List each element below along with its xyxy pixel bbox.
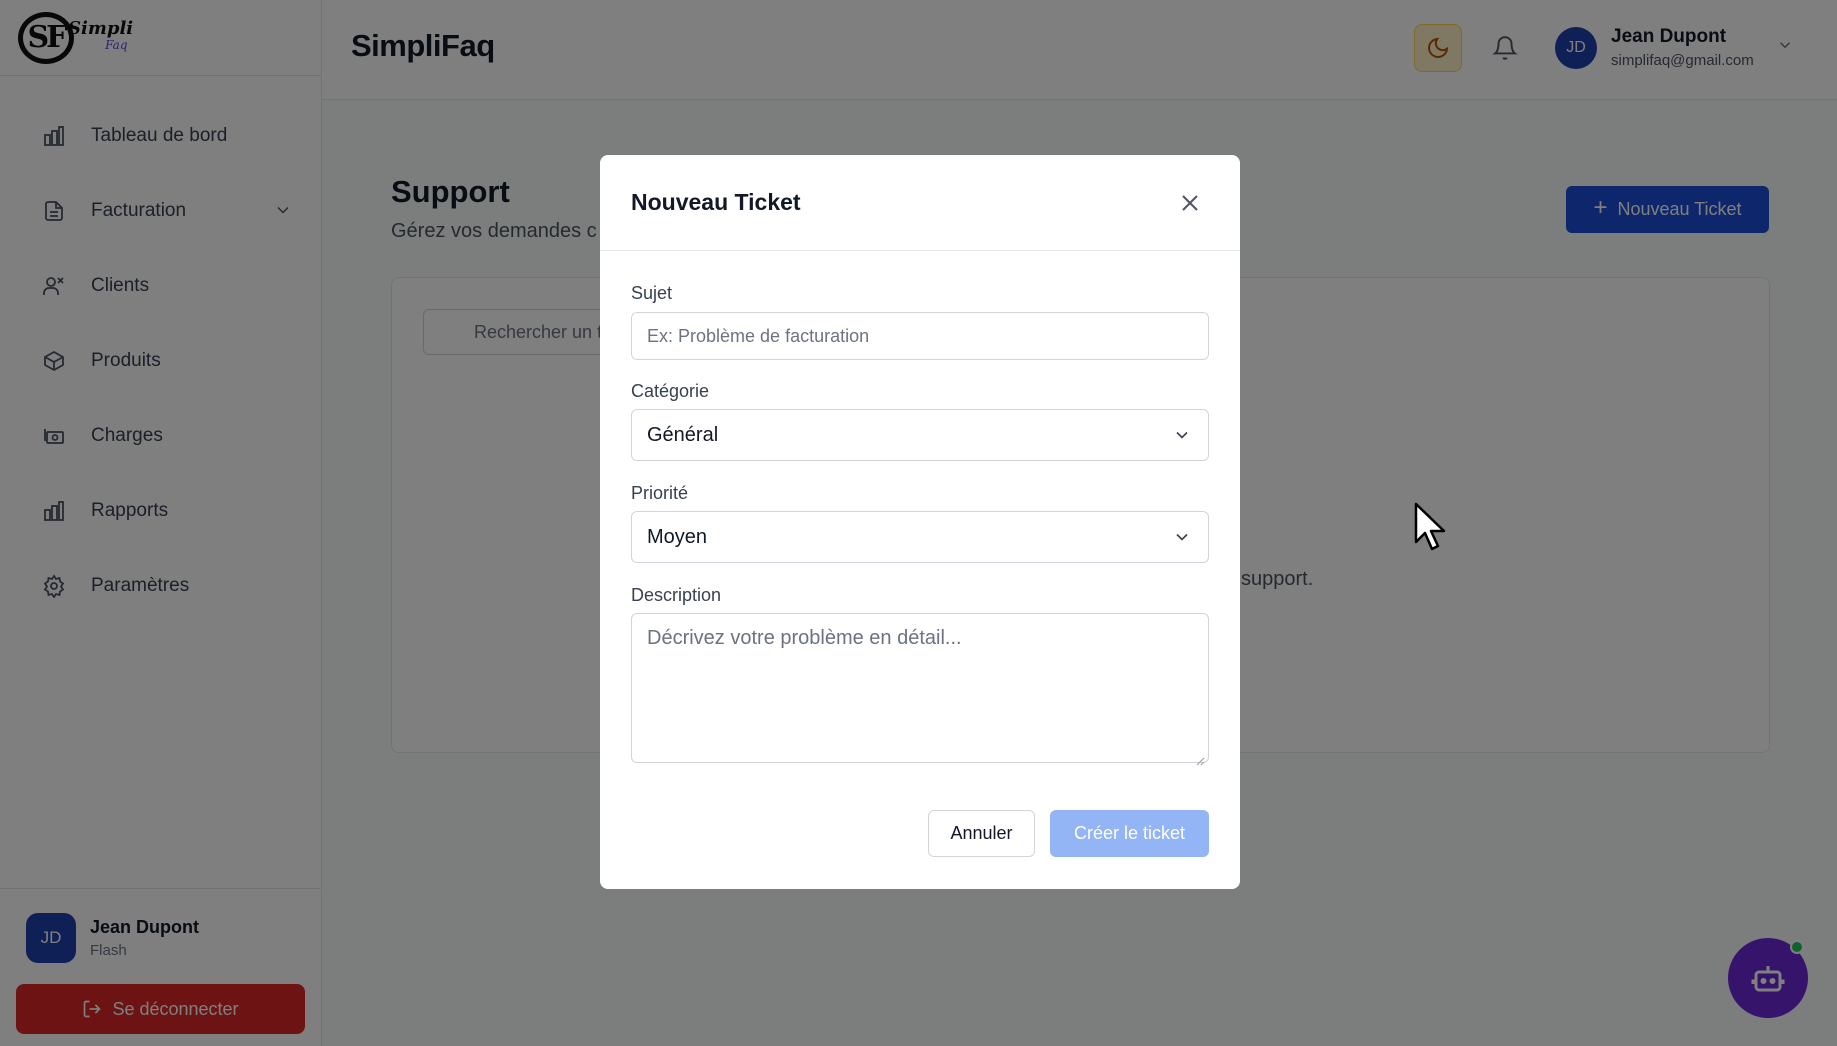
close-icon: [1182, 195, 1198, 211]
resize-handle-icon[interactable]: [1195, 749, 1205, 766]
mouse-cursor-icon: [1414, 502, 1446, 551]
new-ticket-modal: Nouveau Ticket Sujet Ex: Problème de fac…: [600, 155, 1240, 889]
create-ticket-button[interactable]: Créer le ticket: [1050, 810, 1209, 857]
category-value: Général: [647, 424, 719, 446]
description-textarea[interactable]: Décrivez votre problème en détail...: [631, 613, 1209, 766]
category-select[interactable]: Général: [631, 409, 1209, 461]
description-label: Description: [631, 585, 722, 605]
subject-label: Sujet: [631, 283, 673, 303]
priority-label: Priorité: [631, 483, 689, 503]
modal-header: Nouveau Ticket: [600, 155, 1240, 251]
category-label: Catégorie: [631, 381, 710, 401]
modal-title: Nouveau Ticket: [631, 189, 801, 215]
description-placeholder: Décrivez votre problème en détail...: [647, 627, 962, 649]
cancel-button[interactable]: Annuler: [928, 810, 1035, 857]
chevron-down-icon: [1172, 527, 1192, 553]
priority-select[interactable]: Moyen: [631, 511, 1209, 563]
priority-value: Moyen: [647, 526, 708, 548]
close-button[interactable]: [1178, 191, 1202, 215]
chevron-down-icon: [1172, 425, 1192, 451]
subject-input[interactable]: Ex: Problème de facturation: [631, 312, 1209, 360]
